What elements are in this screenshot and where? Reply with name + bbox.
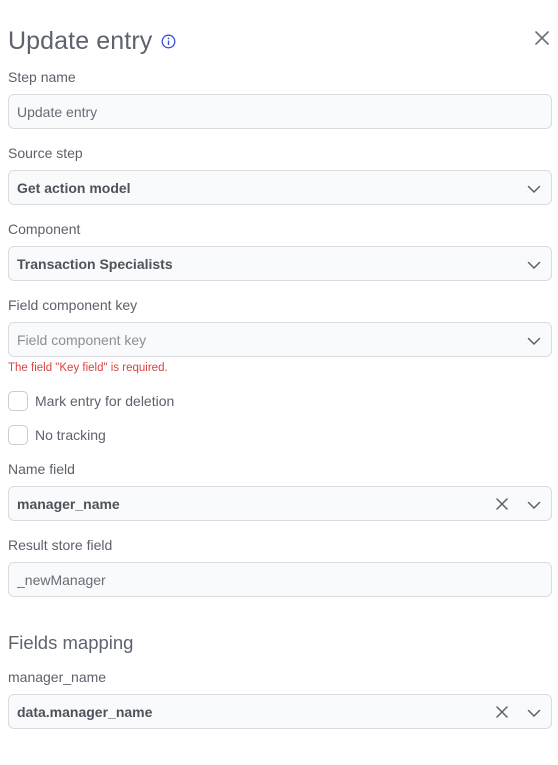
clear-icon[interactable] [495,705,509,719]
mapping-item-value: data.manager_name [17,703,153,720]
component-label: Component [8,221,81,237]
source-step-label: Source step [8,145,83,161]
step-name-input[interactable]: Update entry [8,94,552,129]
name-field-value: manager_name [17,495,120,512]
step-name-label: Step name [8,69,76,85]
field-component-key-placeholder: Field component key [17,331,147,348]
chevron-down-icon[interactable] [527,706,541,720]
close-icon[interactable] [532,28,552,48]
mapping-item-select[interactable]: data.manager_name [8,694,552,729]
no-tracking-checkbox[interactable] [8,425,28,445]
field-component-key-select[interactable]: Field component key [8,322,552,357]
chevron-down-icon[interactable] [527,182,541,196]
mark-deletion-row[interactable]: Mark entry for deletion [8,391,174,411]
no-tracking-label[interactable]: No tracking [35,427,106,443]
info-icon[interactable] [161,34,176,49]
chevron-down-icon[interactable] [527,334,541,348]
chevron-down-icon[interactable] [527,258,541,272]
mark-deletion-label[interactable]: Mark entry for deletion [35,393,174,409]
result-store-field-value: _newManager [17,571,106,588]
source-step-select[interactable]: Get action model [8,170,552,205]
clear-icon[interactable] [495,497,509,511]
name-field-select[interactable]: manager_name [8,486,552,521]
mapping-item-label: manager_name [8,669,107,685]
field-component-key-error: The field "Key field" is required. [8,362,168,374]
source-step-value: Get action model [17,179,131,196]
component-value: Transaction Specialists [17,255,173,272]
component-select[interactable]: Transaction Specialists [8,246,552,281]
result-store-field-input[interactable]: _newManager [8,562,552,597]
step-name-value: Update entry [17,103,98,120]
fields-mapping-title: Fields mapping [8,632,134,653]
field-component-key-label: Field component key [8,297,138,313]
dialog-header: Update entry [8,24,176,58]
no-tracking-row[interactable]: No tracking [8,425,106,445]
result-store-field-label: Result store field [8,537,113,553]
chevron-down-icon[interactable] [527,498,541,512]
name-field-label: Name field [8,461,75,477]
mark-deletion-checkbox[interactable] [8,391,28,411]
page-title: Update entry [8,26,153,55]
